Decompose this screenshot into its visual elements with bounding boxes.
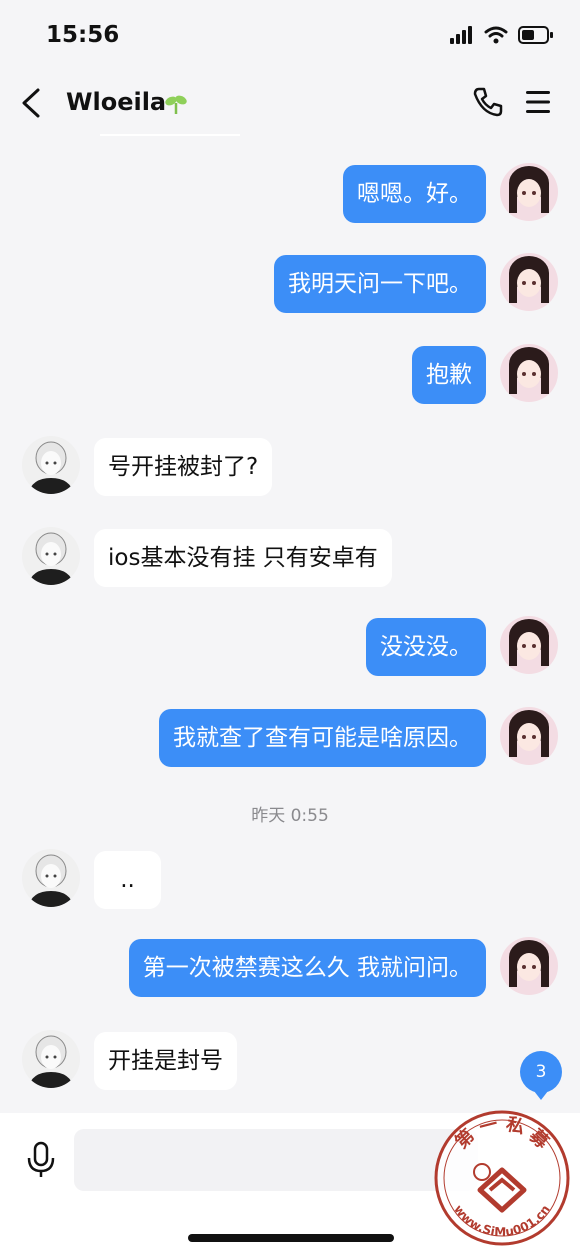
message-bubble[interactable]: 没没没。 — [366, 618, 486, 676]
my-avatar[interactable] — [500, 707, 558, 765]
message-bubble[interactable]: .. — [94, 851, 161, 909]
my-avatar[interactable] — [500, 937, 558, 995]
message-bubble[interactable]: 抱歉 — [412, 346, 486, 404]
cellular-signal-icon — [450, 26, 472, 44]
contact-avatar[interactable] — [22, 436, 80, 494]
message-bubble[interactable]: 第一次被禁赛这么久 我就问问。 — [128, 939, 486, 997]
watermark-seal: 第 一 私 募 www.SiMu001.cn — [434, 1110, 570, 1246]
message-bubble[interactable]: 开挂是封号 — [94, 1032, 237, 1090]
my-avatar[interactable] — [500, 344, 558, 402]
status-bar: 15:56 — [0, 0, 580, 72]
message-input[interactable] — [74, 1129, 478, 1191]
my-avatar[interactable] — [500, 616, 558, 674]
contact-avatar[interactable] — [22, 1030, 80, 1088]
chat-header: Wloeila — [0, 72, 580, 136]
my-avatar[interactable] — [500, 253, 558, 311]
microphone-icon[interactable] — [26, 1141, 56, 1179]
time-divider: 昨天 0:55 — [251, 806, 329, 826]
phone-icon[interactable] — [472, 86, 504, 118]
my-avatar[interactable] — [500, 163, 558, 221]
contact-avatar[interactable] — [22, 849, 80, 907]
battery-icon — [518, 26, 553, 44]
home-indicator — [188, 1234, 394, 1242]
message-bubble[interactable]: 号开挂被封了? — [94, 438, 273, 496]
back-icon[interactable] — [18, 86, 48, 120]
status-icons — [450, 26, 554, 44]
menu-icon[interactable] — [524, 88, 552, 116]
unread-badge[interactable]: 3 — [520, 1051, 562, 1100]
message-bubble[interactable]: 我明天问一下吧。 — [274, 255, 486, 313]
contact-name[interactable]: Wloeila — [66, 88, 166, 116]
message-bubble[interactable]: 我就查了查有可能是啥原因。 — [159, 709, 486, 767]
wifi-icon — [484, 26, 508, 44]
divider-line — [100, 134, 240, 136]
status-time: 15:56 — [46, 22, 120, 48]
contact-avatar[interactable] — [22, 527, 80, 585]
message-bubble[interactable]: ios基本没有挂 只有安卓有 — [94, 529, 392, 587]
sprout-icon — [165, 95, 187, 114]
message-bubble[interactable]: 嗯嗯。好。 — [343, 165, 486, 223]
